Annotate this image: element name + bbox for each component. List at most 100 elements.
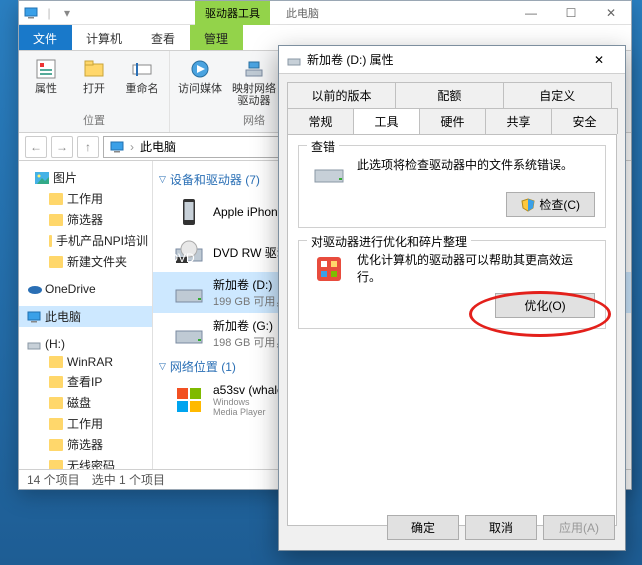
- maximize-button[interactable]: ☐: [551, 1, 591, 25]
- up-button[interactable]: ↑: [77, 136, 99, 158]
- contextual-tab-drive-tools[interactable]: 驱动器工具: [195, 1, 270, 25]
- tree-filter[interactable]: 筛选器: [19, 209, 152, 230]
- wmp-icon: [173, 384, 205, 416]
- iphone-icon: [173, 196, 205, 228]
- rename-button[interactable]: 重命名: [123, 57, 161, 95]
- folder-icon: [49, 460, 63, 470]
- titlebar[interactable]: | ▾ 驱动器工具 此电脑 — ☐ ✕: [19, 1, 631, 25]
- pictures-icon: [35, 172, 49, 184]
- dialog-buttons: 确定 取消 应用(A): [387, 515, 615, 540]
- dialog-tabs: 以前的版本 配额 自定义 常规 工具 硬件 共享 安全: [279, 74, 625, 134]
- error-checking-desc: 此选项将检查驱动器中的文件系统错误。: [309, 156, 595, 184]
- drive-icon: [173, 277, 205, 309]
- tab-quota[interactable]: 配额: [395, 82, 504, 108]
- breadcrumb-text: 此电脑: [140, 138, 176, 155]
- tree-filter2[interactable]: 筛选器: [19, 434, 152, 455]
- dvd-icon: DVD: [173, 236, 205, 268]
- title-this-pc: 此电脑: [276, 1, 329, 25]
- map-drive-button[interactable]: 映射网络 驱动器: [232, 57, 276, 107]
- optimize-button[interactable]: 优化(O): [495, 293, 595, 318]
- dialog-titlebar[interactable]: 新加卷 (D:) 属性 ✕: [279, 46, 625, 74]
- dialog-close-button[interactable]: ✕: [581, 48, 617, 72]
- pc-icon: [27, 311, 41, 323]
- folder-icon: [49, 256, 63, 268]
- qat-item[interactable]: ▾: [59, 5, 75, 21]
- dialog-title: 新加卷 (D:) 属性: [307, 51, 394, 68]
- tree-h-drive[interactable]: (H:): [19, 335, 152, 353]
- rename-icon: [130, 57, 154, 81]
- error-checking-group: 查错 此选项将检查驱动器中的文件系统错误。 检查(C): [298, 145, 606, 228]
- folder-icon: [49, 214, 63, 226]
- minimize-button[interactable]: —: [511, 1, 551, 25]
- onedrive-icon: [27, 283, 41, 295]
- folder-icon: [49, 376, 63, 388]
- map-drive-icon: [242, 57, 266, 81]
- pc-icon: [110, 141, 124, 153]
- group-label-location: 位置: [83, 112, 105, 130]
- nav-tree[interactable]: 图片 工作用 筛选器 手机产品NPI培训 新建文件夹 OneDrive 此电脑 …: [19, 161, 153, 469]
- tree-disk[interactable]: 磁盘: [19, 392, 152, 413]
- error-checking-legend: 查错: [307, 138, 339, 155]
- cancel-button[interactable]: 取消: [465, 515, 537, 540]
- properties-dialog: 新加卷 (D:) 属性 ✕ 以前的版本 配额 自定义 常规 工具 硬件 共享 安…: [278, 45, 626, 551]
- forward-button[interactable]: →: [51, 136, 73, 158]
- tree-npi[interactable]: 手机产品NPI培训: [19, 230, 152, 251]
- check-button[interactable]: 检查(C): [506, 192, 595, 217]
- status-items: 14 个项目: [27, 471, 80, 488]
- tree-onedrive[interactable]: OneDrive: [19, 280, 152, 298]
- ok-button[interactable]: 确定: [387, 515, 459, 540]
- properties-icon: [34, 57, 58, 81]
- media-icon: [188, 57, 212, 81]
- apply-button[interactable]: 应用(A): [543, 515, 615, 540]
- qat: | ▾: [19, 5, 75, 21]
- optimize-desc: 优化计算机的驱动器可以帮助其更高效运行。: [309, 251, 595, 285]
- access-media-button[interactable]: 访问媒体: [178, 57, 222, 107]
- ribbon-group-location: 属性 打开 重命名 位置: [19, 51, 170, 132]
- group-label-network: 网络: [243, 112, 265, 130]
- drive-icon: [173, 318, 205, 350]
- optimize-group: 对驱动器进行优化和碎片整理 优化计算机的驱动器可以帮助其更高效运行。 优化(O): [298, 240, 606, 329]
- tab-file[interactable]: 文件: [19, 25, 72, 50]
- drive-icon: [27, 338, 41, 350]
- tree-work2[interactable]: 工作用: [19, 413, 152, 434]
- folder-icon: [49, 397, 63, 409]
- qat-sep: |: [41, 5, 57, 21]
- tree-newfolder[interactable]: 新建文件夹: [19, 251, 152, 272]
- tab-view[interactable]: 查看: [137, 25, 190, 50]
- dialog-body: 查错 此选项将检查驱动器中的文件系统错误。 检查(C) 对驱动器进行优化和碎片整…: [287, 134, 617, 526]
- folder-icon: [49, 193, 63, 205]
- tree-lookup-ip[interactable]: 查看IP: [19, 371, 152, 392]
- status-selected: 选中 1 个项目: [92, 471, 165, 488]
- drive-icon: [287, 54, 301, 66]
- open-icon: [82, 57, 106, 81]
- drive-icon: [313, 158, 345, 190]
- properties-button[interactable]: 属性: [27, 57, 65, 95]
- window-controls: — ☐ ✕: [511, 1, 631, 25]
- tree-work[interactable]: 工作用: [19, 188, 152, 209]
- folder-icon: [49, 235, 52, 247]
- tab-tools[interactable]: 工具: [353, 108, 420, 134]
- folder-icon: [49, 439, 63, 451]
- tab-customize[interactable]: 自定义: [503, 82, 612, 108]
- defrag-icon: [313, 253, 345, 285]
- svg-text:DVD: DVD: [174, 251, 195, 265]
- tree-winrar[interactable]: WinRAR: [19, 353, 152, 371]
- tab-general[interactable]: 常规: [287, 108, 354, 134]
- tab-security[interactable]: 安全: [551, 108, 618, 134]
- tree-wifi-pwd[interactable]: 无线密码: [19, 455, 152, 469]
- shield-icon: [521, 198, 535, 212]
- tab-computer[interactable]: 计算机: [72, 25, 137, 50]
- folder-icon: [49, 418, 63, 430]
- close-button[interactable]: ✕: [591, 1, 631, 25]
- tab-sharing[interactable]: 共享: [485, 108, 552, 134]
- pc-icon: [23, 5, 39, 21]
- tab-previous-versions[interactable]: 以前的版本: [287, 82, 396, 108]
- back-button[interactable]: ←: [25, 136, 47, 158]
- tree-pictures[interactable]: 图片: [19, 167, 152, 188]
- folder-icon: [49, 356, 63, 368]
- tab-manage[interactable]: 管理: [190, 25, 243, 50]
- tab-hardware[interactable]: 硬件: [419, 108, 486, 134]
- open-button[interactable]: 打开: [75, 57, 113, 95]
- tree-this-pc[interactable]: 此电脑: [19, 306, 152, 327]
- optimize-legend: 对驱动器进行优化和碎片整理: [307, 233, 471, 250]
